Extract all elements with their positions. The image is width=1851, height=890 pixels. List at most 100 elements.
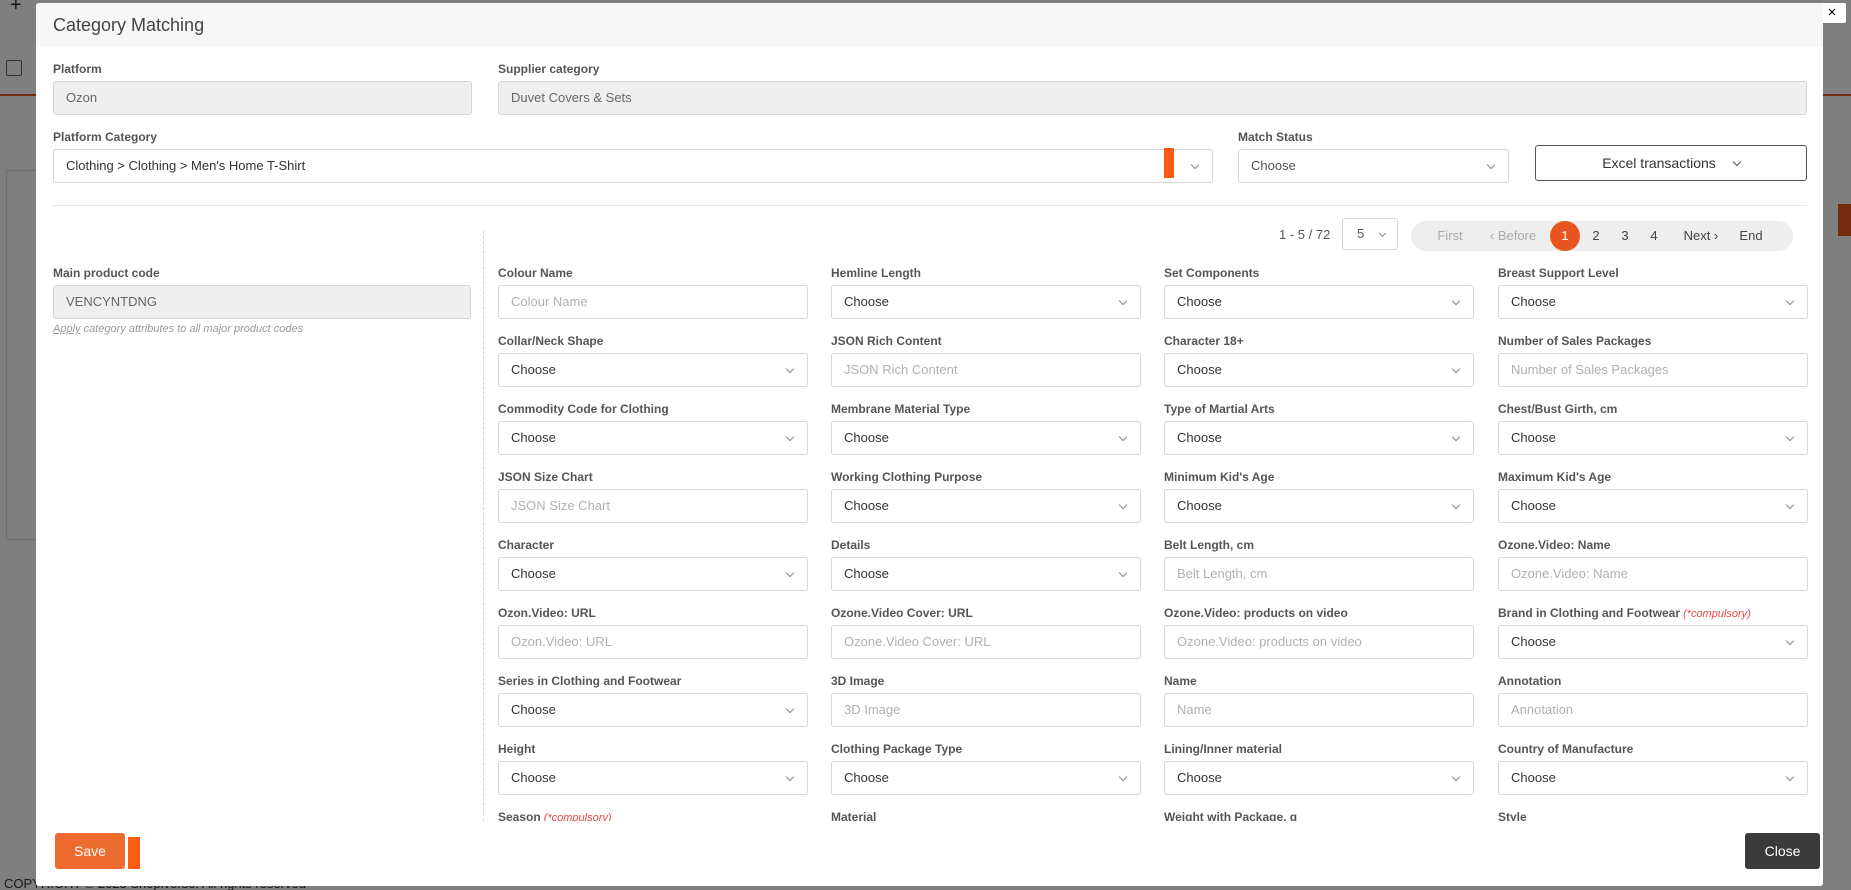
modal-footer bbox=[36, 821, 1823, 886]
type-of-martial-arts-select[interactable]: Choose bbox=[1164, 421, 1474, 455]
breast-support-level-label-text: Breast Support Level bbox=[1498, 266, 1619, 280]
apply-link[interactable]: Apply bbox=[53, 323, 81, 335]
column-divider bbox=[483, 231, 484, 831]
colour-name-input[interactable]: Colour Name bbox=[498, 285, 808, 319]
maximum-kid-s-age-select[interactable]: Choose bbox=[1498, 489, 1808, 523]
country-of-manufacture-label: Country of Manufacture bbox=[1498, 742, 1633, 756]
excel-transactions-label: Excel transactions bbox=[1602, 155, 1716, 171]
match-status-label: Match Status bbox=[1238, 130, 1313, 144]
hemline-length-select[interactable]: Choose bbox=[831, 285, 1141, 319]
collar-neck-shape-label-text: Collar/Neck Shape bbox=[498, 334, 604, 348]
annotation-input[interactable]: Annotation bbox=[1498, 693, 1808, 727]
character-select[interactable]: Choose bbox=[498, 557, 808, 591]
required-marker: (*compulsory) bbox=[1683, 608, 1751, 620]
character-18-select[interactable]: Choose bbox=[1164, 353, 1474, 387]
height-select[interactable]: Choose bbox=[498, 761, 808, 795]
belt-length-cm-input[interactable]: Belt Length, cm bbox=[1164, 557, 1474, 591]
set-components-label: Set Components bbox=[1164, 266, 1259, 280]
brand-in-clothing-and-footwear-select[interactable]: Choose bbox=[1498, 625, 1808, 659]
chest-bust-girth-cm-select[interactable]: Choose bbox=[1498, 421, 1808, 455]
pagination-page-4[interactable]: 4 bbox=[1647, 221, 1661, 251]
ozone-video-products-on-video-label-text: Ozone.Video: products on video bbox=[1164, 606, 1348, 620]
commodity-code-for-clothing-label: Commodity Code for Clothing bbox=[498, 402, 669, 416]
working-clothing-purpose-label: Working Clothing Purpose bbox=[831, 470, 982, 484]
lining-inner-material-select[interactable]: Choose bbox=[1164, 761, 1474, 795]
character-label: Character bbox=[498, 538, 554, 552]
apply-note: Apply category attributes to all major p… bbox=[53, 323, 303, 335]
details-select[interactable]: Choose bbox=[831, 557, 1141, 591]
breast-support-level-select[interactable]: Choose bbox=[1498, 285, 1808, 319]
modal-header: Category Matching bbox=[36, 3, 1823, 47]
brand-in-clothing-and-footwear-label-text: Brand in Clothing and Footwear bbox=[1498, 606, 1680, 620]
supplier-category-label: Supplier category bbox=[498, 62, 600, 76]
ozone-video-cover-url-label-text: Ozone.Video Cover: URL bbox=[831, 606, 973, 620]
membrane-material-type-label: Membrane Material Type bbox=[831, 402, 970, 416]
maximum-kid-s-age-label-text: Maximum Kid's Age bbox=[1498, 470, 1612, 484]
details-label-text: Details bbox=[831, 538, 871, 552]
collar-neck-shape-label: Collar/Neck Shape bbox=[498, 334, 603, 348]
details-label: Details bbox=[831, 538, 870, 552]
pagination-range: 1 - 5 / 72 bbox=[1279, 227, 1331, 242]
clothing-package-type-select[interactable]: Choose bbox=[831, 761, 1141, 795]
platform-category-label: Platform Category bbox=[53, 130, 158, 144]
working-clothing-purpose-label-text: Working Clothing Purpose bbox=[831, 470, 983, 484]
number-of-sales-packages-label: Number of Sales Packages bbox=[1498, 334, 1651, 348]
lining-inner-material-label-text: Lining/Inner material bbox=[1164, 742, 1283, 756]
set-components-label-text: Set Components bbox=[1164, 266, 1260, 280]
pagination: First ‹ Before 1 2 3 4 Next › End bbox=[1411, 221, 1793, 251]
height-label: Height bbox=[498, 742, 535, 756]
chest-bust-girth-cm-label: Chest/Bust Girth, cm bbox=[1498, 402, 1617, 416]
pagination-page-2[interactable]: 2 bbox=[1589, 221, 1603, 251]
set-components-select[interactable]: Choose bbox=[1164, 285, 1474, 319]
ozone-video-cover-url-label: Ozone.Video Cover: URL bbox=[831, 606, 973, 620]
page-size-select[interactable]: 5 bbox=[1342, 218, 1398, 250]
pagination-page-1[interactable]: 1 bbox=[1550, 221, 1580, 251]
3d-image-input[interactable]: 3D Image bbox=[831, 693, 1141, 727]
modal-title: Category Matching bbox=[53, 15, 205, 35]
save-button[interactable]: Save bbox=[55, 833, 125, 869]
ozone-video-cover-url-input[interactable]: Ozone.Video Cover: URL bbox=[831, 625, 1141, 659]
pagination-before[interactable]: ‹ Before bbox=[1483, 221, 1543, 251]
commodity-code-for-clothing-label-text: Commodity Code for Clothing bbox=[498, 402, 669, 416]
pagination-end[interactable]: End bbox=[1733, 221, 1769, 251]
annotation-label-text: Annotation bbox=[1498, 674, 1562, 688]
cursor-marker bbox=[128, 837, 140, 869]
annotation-label: Annotation bbox=[1498, 674, 1561, 688]
category-matching-modal: Category Matching Platform Ozon Supplier… bbox=[36, 3, 1823, 886]
series-in-clothing-and-footwear-label-text: Series in Clothing and Footwear bbox=[498, 674, 682, 688]
working-clothing-purpose-select[interactable]: Choose bbox=[831, 489, 1141, 523]
ozone-video-name-label: Ozone.Video: Name bbox=[1498, 538, 1610, 552]
json-size-chart-input[interactable]: JSON Size Chart bbox=[498, 489, 808, 523]
platform-category-select[interactable]: Clothing > Clothing > Men's Home T-Shirt bbox=[53, 149, 1213, 183]
country-of-manufacture-select[interactable]: Choose bbox=[1498, 761, 1808, 795]
ozone-video-products-on-video-input[interactable]: Ozone.Video: products on video bbox=[1164, 625, 1474, 659]
character-18-label-text: Character 18+ bbox=[1164, 334, 1244, 348]
close-button[interactable]: Close bbox=[1745, 833, 1820, 869]
json-rich-content-input[interactable]: JSON Rich Content bbox=[831, 353, 1141, 387]
json-size-chart-label: JSON Size Chart bbox=[498, 470, 593, 484]
match-status-select[interactable]: Choose bbox=[1238, 149, 1509, 183]
country-of-manufacture-label-text: Country of Manufacture bbox=[1498, 742, 1634, 756]
pagination-first[interactable]: First bbox=[1429, 221, 1471, 251]
minimum-kid-s-age-label-text: Minimum Kid's Age bbox=[1164, 470, 1275, 484]
height-label-text: Height bbox=[498, 742, 536, 756]
commodity-code-for-clothing-select[interactable]: Choose bbox=[498, 421, 808, 455]
series-in-clothing-and-footwear-select[interactable]: Choose bbox=[498, 693, 808, 727]
ozone-video-name-input[interactable]: Ozone.Video: Name bbox=[1498, 557, 1808, 591]
pagination-page-3[interactable]: 3 bbox=[1618, 221, 1632, 251]
ozon-video-url-input[interactable]: Ozon.Video: URL bbox=[498, 625, 808, 659]
cursor-marker bbox=[1164, 148, 1174, 178]
pagination-next[interactable]: Next › bbox=[1677, 221, 1725, 251]
minimum-kid-s-age-select[interactable]: Choose bbox=[1164, 489, 1474, 523]
main-product-code-label: Main product code bbox=[53, 266, 160, 280]
number-of-sales-packages-input[interactable]: Number of Sales Packages bbox=[1498, 353, 1808, 387]
ozon-video-url-label: Ozon.Video: URL bbox=[498, 606, 596, 620]
collar-neck-shape-select[interactable]: Choose bbox=[498, 353, 808, 387]
membrane-material-type-select[interactable]: Choose bbox=[831, 421, 1141, 455]
colour-name-label: Colour Name bbox=[498, 266, 573, 280]
apply-note-text: category attributes to all major product… bbox=[80, 323, 304, 335]
excel-transactions-button[interactable]: Excel transactions bbox=[1535, 145, 1807, 181]
name-input[interactable]: Name bbox=[1164, 693, 1474, 727]
section-divider bbox=[53, 205, 1807, 206]
type-of-martial-arts-label-text: Type of Martial Arts bbox=[1164, 402, 1275, 416]
